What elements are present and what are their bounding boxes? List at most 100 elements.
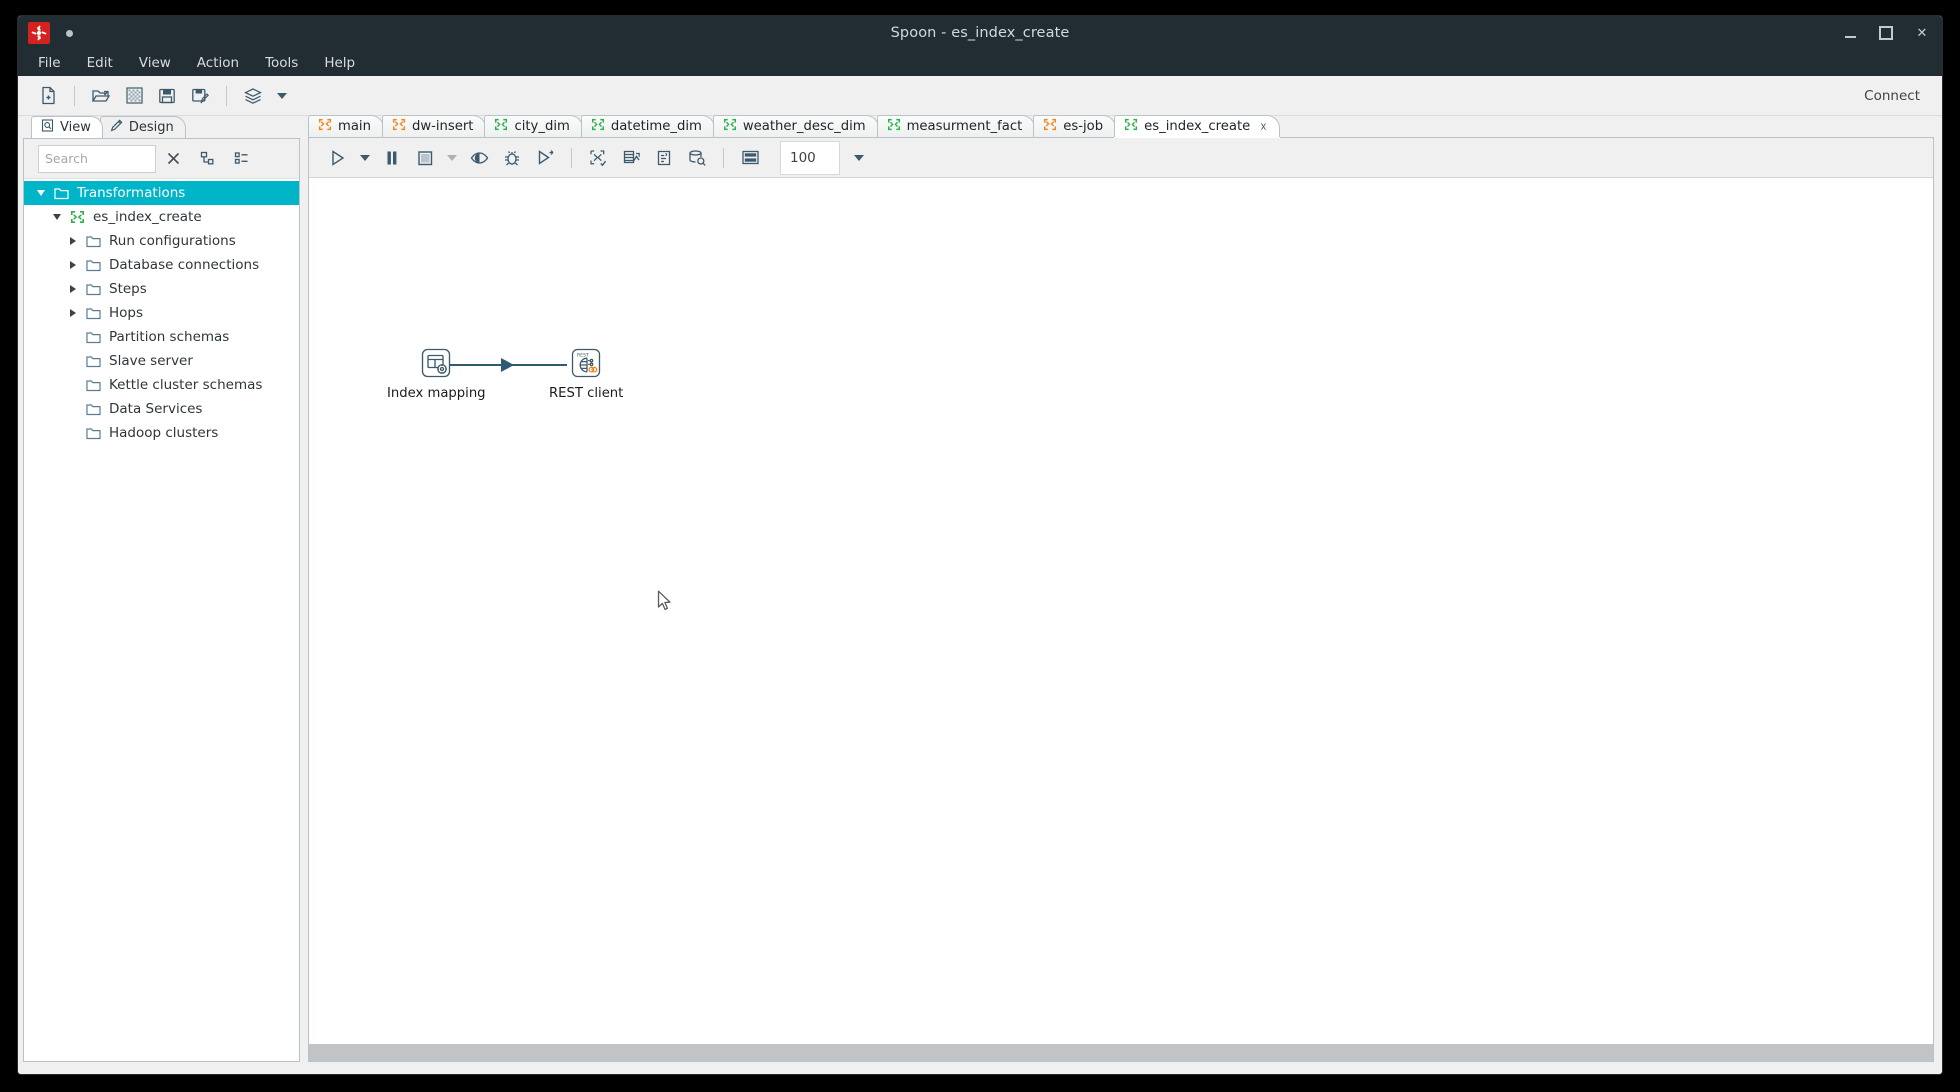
tree-node-label: Transformations	[77, 185, 186, 201]
menu-view[interactable]: View	[137, 53, 173, 73]
tree-node-transformations[interactable]: Transformations	[24, 181, 299, 205]
pencil-design-icon	[110, 119, 123, 136]
menu-help[interactable]: Help	[322, 53, 357, 73]
rest-client-step[interactable]: REST REST client	[549, 346, 623, 401]
tree-node-es-index-create[interactable]: es_index_create	[24, 205, 299, 229]
tab-weather-desc-dim[interactable]: weather_desc_dim	[712, 115, 879, 137]
tab-city-dim[interactable]: city_dim	[484, 115, 583, 137]
folder-icon	[82, 307, 104, 320]
run-options-chevron-down-icon[interactable]	[356, 145, 374, 171]
tree-node-label: es_index_create	[93, 209, 202, 225]
tab-es-job[interactable]: es-job	[1033, 115, 1117, 137]
tab-view[interactable]: View	[31, 116, 103, 138]
clear-x-icon[interactable]	[156, 145, 190, 173]
zoom-level-value: 100	[790, 149, 816, 166]
tree-node-run-configurations[interactable]: Run configurations	[24, 229, 299, 253]
tree-node-label: Partition schemas	[109, 329, 230, 345]
tab-dw-insert[interactable]: dw-insert	[381, 115, 487, 137]
pause-icon[interactable]	[377, 144, 407, 172]
svg-text:REST: REST	[577, 353, 589, 359]
tree-node-label: Hops	[109, 305, 144, 321]
window-controls: ✕	[1842, 16, 1930, 50]
toolbar-separator-2	[226, 85, 227, 106]
tab-design-label: Design	[128, 120, 174, 135]
maximize-button[interactable]	[1878, 25, 1894, 41]
main-editor-panel: main dw-insert city_dim datetime_dim wea…	[308, 115, 1942, 1074]
transformation-canvas[interactable]: Index mapping REST REST client	[309, 178, 1933, 1043]
toolbar-dropdown-chevron-down-icon[interactable]	[272, 84, 292, 108]
minimize-button[interactable]	[1842, 25, 1858, 41]
tab-es-index-create[interactable]: es_index_create ☓	[1114, 115, 1280, 137]
stop-options-chevron-down-icon[interactable]	[443, 145, 461, 171]
tree-node-kettle-cluster-schemas[interactable]: Kettle cluster schemas	[24, 373, 299, 397]
tree-node-steps[interactable]: Steps	[24, 277, 299, 301]
tree-node-database-connections[interactable]: Database connections	[24, 253, 299, 277]
folder-icon	[82, 235, 104, 248]
play-icon[interactable]	[323, 144, 353, 172]
folder-icon	[50, 187, 72, 200]
database-search-icon[interactable]	[682, 144, 712, 172]
menu-tools[interactable]: Tools	[263, 53, 300, 73]
stop-icon[interactable]	[410, 144, 440, 172]
zoom-dropdown-chevron-down-icon[interactable]	[843, 140, 875, 175]
menu-file[interactable]: File	[36, 53, 63, 73]
unsaved-indicator-dot	[66, 29, 73, 37]
twisty-right-icon[interactable]	[64, 261, 82, 269]
tree-node-hadoop-clusters[interactable]: Hadoop clusters	[24, 421, 299, 445]
play-step-icon[interactable]	[530, 144, 560, 172]
zoom-level-input[interactable]: 100	[780, 140, 840, 175]
menu-action[interactable]: Action	[195, 53, 241, 73]
left-explorer-panel: View Design Search Transformations es_in…	[18, 116, 308, 1074]
canvas-toolbar: 100	[309, 138, 1933, 178]
tab-design[interactable]: Design	[99, 116, 186, 138]
explorer-search-row	[24, 139, 299, 179]
application-body: View Design Search Transformations es_in…	[18, 115, 1942, 1074]
twisty-down-icon[interactable]	[32, 190, 50, 196]
bug-debug-icon[interactable]	[497, 144, 527, 172]
tab-close-icon[interactable]: ☓	[1260, 121, 1266, 133]
tab-label: es-job	[1063, 119, 1104, 134]
twisty-right-icon[interactable]	[64, 237, 82, 245]
menu-edit[interactable]: Edit	[85, 53, 115, 73]
tree-node-slave-server[interactable]: Slave server	[24, 349, 299, 373]
tab-main[interactable]: main	[308, 115, 384, 137]
folder-icon	[82, 283, 104, 296]
folder-icon	[82, 427, 104, 440]
tree-node-label: Hadoop clusters	[109, 425, 219, 441]
explorer-tabstrip: View Design	[23, 116, 308, 138]
grid-layout-icon[interactable]	[735, 144, 765, 172]
twisty-right-icon[interactable]	[64, 309, 82, 317]
layers-icon[interactable]	[239, 82, 267, 110]
pointer-arrow-cursor	[657, 590, 671, 611]
tab-view-label: View	[60, 120, 91, 135]
explorer-panel-box: Transformations es	[23, 138, 300, 1062]
impact-analysis-icon[interactable]	[616, 144, 646, 172]
tree-node-data-services[interactable]: Data Services	[24, 397, 299, 421]
collapse-tree-icon[interactable]	[224, 145, 258, 173]
floppy-save-icon[interactable]	[153, 82, 181, 110]
tree-node-label: Slave server	[109, 353, 193, 369]
open-folder-icon[interactable]	[87, 82, 115, 110]
transformation-icon	[723, 118, 737, 135]
transformation-check-icon[interactable]	[583, 144, 613, 172]
grid-icon[interactable]	[120, 82, 148, 110]
tree-node-hops[interactable]: Hops	[24, 301, 299, 325]
step-label: Index mapping	[387, 386, 486, 401]
tree-node-partition-schemas[interactable]: Partition schemas	[24, 325, 299, 349]
canvas-horizontal-scrollbar[interactable]	[309, 1043, 1933, 1061]
index-mapping-step[interactable]: Index mapping	[387, 346, 486, 401]
twisty-right-icon[interactable]	[64, 285, 82, 293]
search-input[interactable]	[38, 144, 156, 173]
tab-measurment-fact[interactable]: measurment_fact	[876, 115, 1036, 137]
canvas-frame: 100 Index mapping REST REST client	[308, 138, 1934, 1062]
tab-datetime-dim[interactable]: datetime_dim	[580, 115, 715, 137]
sql-script-icon[interactable]	[649, 144, 679, 172]
save-as-icon[interactable]	[186, 82, 214, 110]
eye-preview-icon[interactable]	[464, 144, 494, 172]
tab-label: measurment_fact	[906, 119, 1023, 134]
new-document-icon[interactable]	[34, 82, 62, 110]
connect-button[interactable]: Connect	[1864, 88, 1920, 104]
expand-tree-icon[interactable]	[190, 145, 224, 173]
twisty-down-icon[interactable]	[48, 214, 66, 220]
close-button[interactable]: ✕	[1914, 25, 1930, 41]
